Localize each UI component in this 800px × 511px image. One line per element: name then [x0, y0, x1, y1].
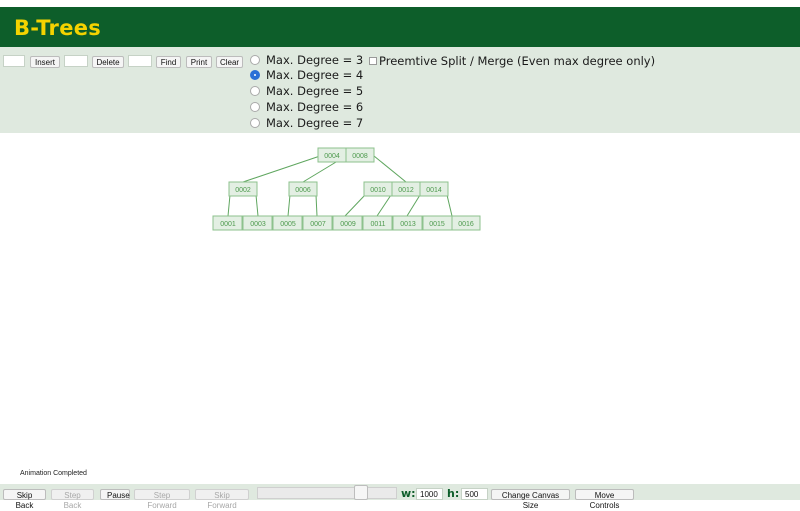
canvas-width-input[interactable]: 1000 [416, 488, 443, 500]
node-key: 0003 [250, 221, 266, 228]
node-key: 0009 [340, 221, 356, 228]
skip-back-button[interactable]: Skip Back [3, 489, 46, 510]
find-button[interactable]: Find [156, 56, 181, 68]
step-forward-button[interactable]: Step Forward [134, 489, 190, 510]
tree-edge [287, 194, 291, 217]
canvas-height-input[interactable]: 500 [461, 488, 488, 500]
radio-degree-3[interactable] [250, 55, 260, 65]
tree-edge [315, 194, 318, 217]
radio-degree-7[interactable] [250, 118, 260, 128]
node-key: 0007 [310, 221, 326, 228]
pause-button[interactable]: Pause [100, 489, 130, 500]
tree-edge [376, 194, 392, 217]
degree-option-5[interactable]: Max. Degree = 5 [250, 83, 363, 99]
skip-forward-button[interactable]: Skip Forward [195, 489, 249, 510]
internal-node-0010-0014: 0010 0012 0014 [363, 181, 449, 197]
degree-label: Max. Degree = 4 [266, 68, 364, 82]
width-label: w: [401, 487, 416, 500]
preemptive-label: Preemtive Split / Merge (Even max degree… [379, 54, 656, 68]
root-node: 0004 0008 [317, 147, 375, 163]
node-key: 0016 [458, 221, 474, 228]
node-key: 0014 [426, 187, 442, 194]
print-button[interactable]: Print [186, 56, 212, 68]
move-controls-button[interactable]: Move Controls [575, 489, 634, 510]
btree-canvas: 0004 0008 0002 0006 0010 0012 0014 0001 … [212, 147, 481, 231]
node-key: 0010 [370, 187, 386, 194]
speed-slider-thumb[interactable] [354, 485, 368, 500]
degree-option-3[interactable]: Max. Degree = 3 [250, 52, 363, 68]
step-back-button[interactable]: Step Back [51, 489, 94, 510]
leaf-nodes: 0001 0003 0005 0007 0009 0011 0013 0015 … [212, 215, 481, 231]
node-key: 0011 [370, 221, 385, 228]
delete-input[interactable] [64, 55, 88, 67]
status-text: Animation Completed [20, 470, 87, 477]
degree-label: Max. Degree = 6 [266, 100, 364, 114]
tree-edge [242, 155, 321, 183]
node-key: 0013 [400, 221, 416, 228]
app-header [0, 7, 800, 47]
internal-node-0002: 0002 [228, 181, 258, 197]
find-input[interactable] [128, 55, 152, 67]
change-canvas-size-button[interactable]: Change Canvas Size [491, 489, 570, 510]
degree-option-7[interactable]: Max. Degree = 7 [250, 115, 363, 131]
insert-button[interactable]: Insert [30, 56, 60, 68]
degree-option-6[interactable]: Max. Degree = 6 [250, 99, 363, 115]
node-key: 0005 [280, 221, 296, 228]
speed-slider[interactable] [257, 487, 397, 499]
preemptive-checkbox[interactable] [369, 57, 377, 65]
radio-degree-6[interactable] [250, 102, 260, 112]
degree-option-4[interactable]: Max. Degree = 4 [250, 67, 363, 83]
radio-degree-5[interactable] [250, 86, 260, 96]
internal-node-0006: 0006 [288, 181, 318, 197]
tree-edge [344, 194, 366, 217]
node-key: 0004 [324, 153, 340, 160]
degree-label: Max. Degree = 5 [266, 84, 364, 98]
height-label: h: [447, 487, 460, 500]
node-key: 0001 [220, 221, 236, 228]
node-key: 0015 [429, 221, 445, 228]
preemptive-option[interactable]: Preemtive Split / Merge (Even max degree… [369, 54, 655, 68]
node-key: 0002 [235, 187, 251, 194]
node-key: 0012 [398, 187, 414, 194]
delete-button[interactable]: Delete [92, 56, 124, 68]
node-key: 0006 [295, 187, 311, 194]
tree-edge [373, 155, 407, 183]
radio-degree-4[interactable] [250, 70, 260, 80]
top-strip [0, 0, 800, 7]
app-title: B-Trees [14, 16, 102, 40]
tree-edge [406, 194, 421, 217]
node-key: 0008 [352, 153, 368, 160]
degree-label: Max. Degree = 3 [266, 53, 364, 67]
insert-input[interactable] [3, 55, 25, 67]
tree-edge [446, 194, 453, 217]
degree-label: Max. Degree = 7 [266, 116, 364, 130]
tree-edge [227, 194, 231, 217]
tree-edge [255, 194, 259, 217]
clear-button[interactable]: Clear [216, 56, 243, 68]
